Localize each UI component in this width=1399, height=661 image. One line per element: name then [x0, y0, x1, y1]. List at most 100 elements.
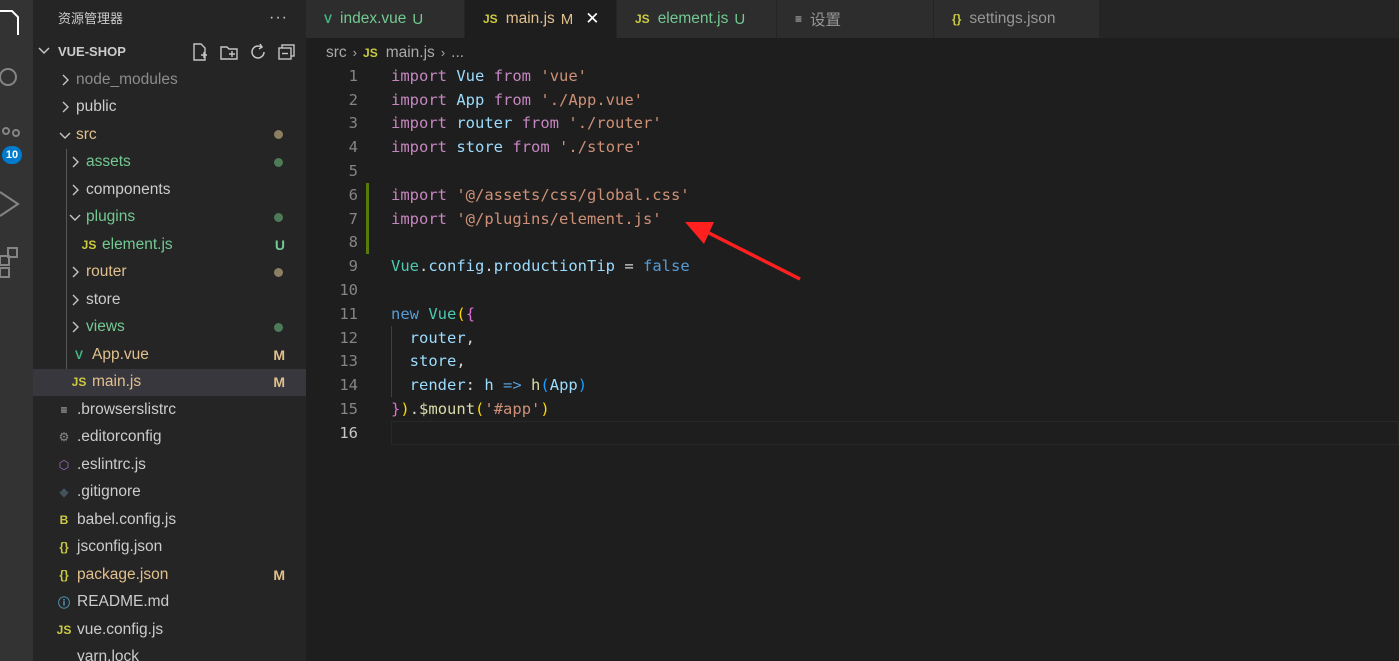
- chevron-right-icon: [69, 184, 81, 196]
- code-line[interactable]: 7 import '@/plugins/element.js': [306, 206, 1399, 231]
- explorer-title: 资源管理器: [58, 11, 124, 26]
- tree-folder[interactable]: router: [33, 259, 306, 287]
- run-debug-icon[interactable]: [0, 183, 33, 223]
- breadcrumb-file[interactable]: main.js: [386, 44, 435, 62]
- git-modified-marker: [366, 230, 369, 255]
- tree-folder[interactable]: views: [33, 314, 306, 342]
- tree-folder[interactable]: public: [33, 94, 306, 122]
- tab-element-js[interactable]: JS element.js U: [617, 0, 777, 38]
- code-text: new Vue({: [391, 305, 475, 323]
- more-actions-icon[interactable]: ···: [269, 9, 288, 27]
- git-status-badge: U: [274, 236, 285, 253]
- line-number: 16: [339, 423, 358, 442]
- close-icon[interactable]: ✕: [585, 9, 599, 29]
- breadcrumb-symbols[interactable]: ...: [451, 44, 464, 62]
- code-line[interactable]: 1 import Vue from 'vue': [306, 64, 1399, 88]
- code-text: import router from './router': [391, 114, 662, 132]
- chevron-right-icon: [59, 74, 71, 86]
- tab--[interactable]: ≡ 设置: [777, 0, 934, 38]
- tree-file[interactable]: JS main.js M: [33, 368, 306, 396]
- explorer-icon[interactable]: [0, 0, 33, 40]
- code-token: new: [391, 304, 419, 323]
- tree-file[interactable]: ⚙ .editorconfig: [33, 424, 306, 452]
- tree-folder[interactable]: components: [33, 176, 306, 204]
- tree-item-label: assets: [86, 153, 131, 171]
- code-token: render: [409, 376, 466, 395]
- code-token: {: [465, 304, 476, 323]
- code-line[interactable]: 10: [306, 278, 1399, 302]
- collapse-all-icon[interactable]: [277, 42, 296, 61]
- code-line[interactable]: 13 store,: [306, 350, 1399, 374]
- tree-file[interactable]: {} package.json M: [33, 561, 306, 589]
- tree-item-label: main.js: [92, 373, 142, 391]
- tree-folder[interactable]: node_modules: [33, 66, 306, 94]
- code-line[interactable]: 14 render: h => h(App): [306, 373, 1399, 397]
- explorer-sidebar: 资源管理器 ··· VUE-SHOP node_modulespublic src…: [33, 0, 306, 661]
- extensions-icon[interactable]: [0, 244, 33, 284]
- git-status-badge: M: [273, 374, 285, 391]
- tree-item-label: plugins: [86, 208, 136, 226]
- git-status-dot: [274, 157, 283, 167]
- code-line[interactable]: 2 import App from './App.vue': [306, 88, 1399, 112]
- tree-folder[interactable]: assets: [33, 149, 306, 177]
- code-line[interactable]: 16: [306, 420, 1399, 445]
- code-token: '@/assets/css/global.css': [456, 185, 690, 204]
- code-token: import: [391, 209, 447, 228]
- code-editor[interactable]: 1 import Vue from 'vue' 2 import App from '…: [306, 64, 1399, 661]
- tree-folder[interactable]: store: [33, 286, 306, 314]
- tree-item-label: node_modules: [76, 70, 178, 88]
- vue-file-icon: V: [324, 12, 333, 26]
- code-line[interactable]: 4 import store from './store': [306, 135, 1399, 159]
- code-line[interactable]: 8: [306, 230, 1399, 255]
- tree-item-label: vue.config.js: [77, 620, 164, 638]
- breadcrumb-folder[interactable]: src: [326, 44, 347, 62]
- git-status-dot: [274, 212, 283, 222]
- code-token: (: [456, 304, 466, 323]
- git-status-dot: [274, 322, 283, 332]
- tree-file[interactable]: Bbabel.config.js: [33, 506, 306, 534]
- chevron-down-icon: [38, 44, 52, 59]
- new-file-icon[interactable]: [190, 42, 209, 61]
- code-token: from: [493, 90, 532, 109]
- refresh-icon[interactable]: [248, 42, 267, 61]
- tab-main-js[interactable]: JS main.js M ✕: [465, 0, 617, 38]
- project-actions: [190, 42, 296, 61]
- info-icon: ⓘ: [57, 595, 70, 610]
- tree-file[interactable]: ⬡ .eslintrc.js: [33, 451, 306, 479]
- tree-item-label: babel.config.js: [77, 510, 177, 528]
- tree-file[interactable]: JS element.js U: [33, 231, 306, 259]
- code-line[interactable]: 12 router,: [306, 326, 1399, 350]
- search-icon[interactable]: [0, 58, 33, 98]
- code-line[interactable]: 11 new Vue({: [306, 302, 1399, 326]
- tree-item-label: public: [76, 98, 117, 116]
- code-line[interactable]: 15}).$mount('#app'): [306, 397, 1399, 421]
- tree-file[interactable]: ◆ .gitignore: [33, 479, 306, 507]
- code-line[interactable]: 5: [306, 159, 1399, 183]
- new-folder-icon[interactable]: [219, 42, 238, 61]
- code-token: store: [409, 352, 457, 371]
- tree-file[interactable]: ⓘ README.md: [33, 589, 306, 617]
- code-token: import: [391, 185, 447, 204]
- tree-file[interactable]: V App.vue M: [33, 341, 306, 369]
- tree-file[interactable]: yarn.lock: [33, 644, 306, 661]
- code-line[interactable]: 6 import '@/assets/css/global.css': [306, 182, 1399, 207]
- tree-file[interactable]: ≡ .browserslistrc: [33, 396, 306, 424]
- tab-index-vue[interactable]: Vindex.vue U: [306, 0, 465, 38]
- code-token: import: [391, 114, 447, 133]
- chevron-right-icon: [69, 321, 81, 333]
- editor-tabs: Vindex.vue U JS main.js M ✕ JS element.js U ≡ 设置 {}…: [306, 0, 1399, 38]
- code-token: .: [409, 400, 420, 419]
- tree-folder[interactable]: plugins: [33, 204, 306, 232]
- tab-settings-json[interactable]: {} settings.json: [934, 0, 1100, 38]
- code-line[interactable]: 9 Vue.config.productionTip = false: [306, 254, 1399, 278]
- tree-file[interactable]: JS vue.config.js: [33, 616, 306, 644]
- chevron-down-icon: [69, 211, 81, 223]
- tree-file[interactable]: {} jsconfig.json: [33, 534, 306, 562]
- project-root[interactable]: VUE-SHOP: [33, 38, 306, 65]
- code-line[interactable]: 3 import router from './router': [306, 112, 1399, 136]
- tree-folder[interactable]: src: [33, 121, 306, 149]
